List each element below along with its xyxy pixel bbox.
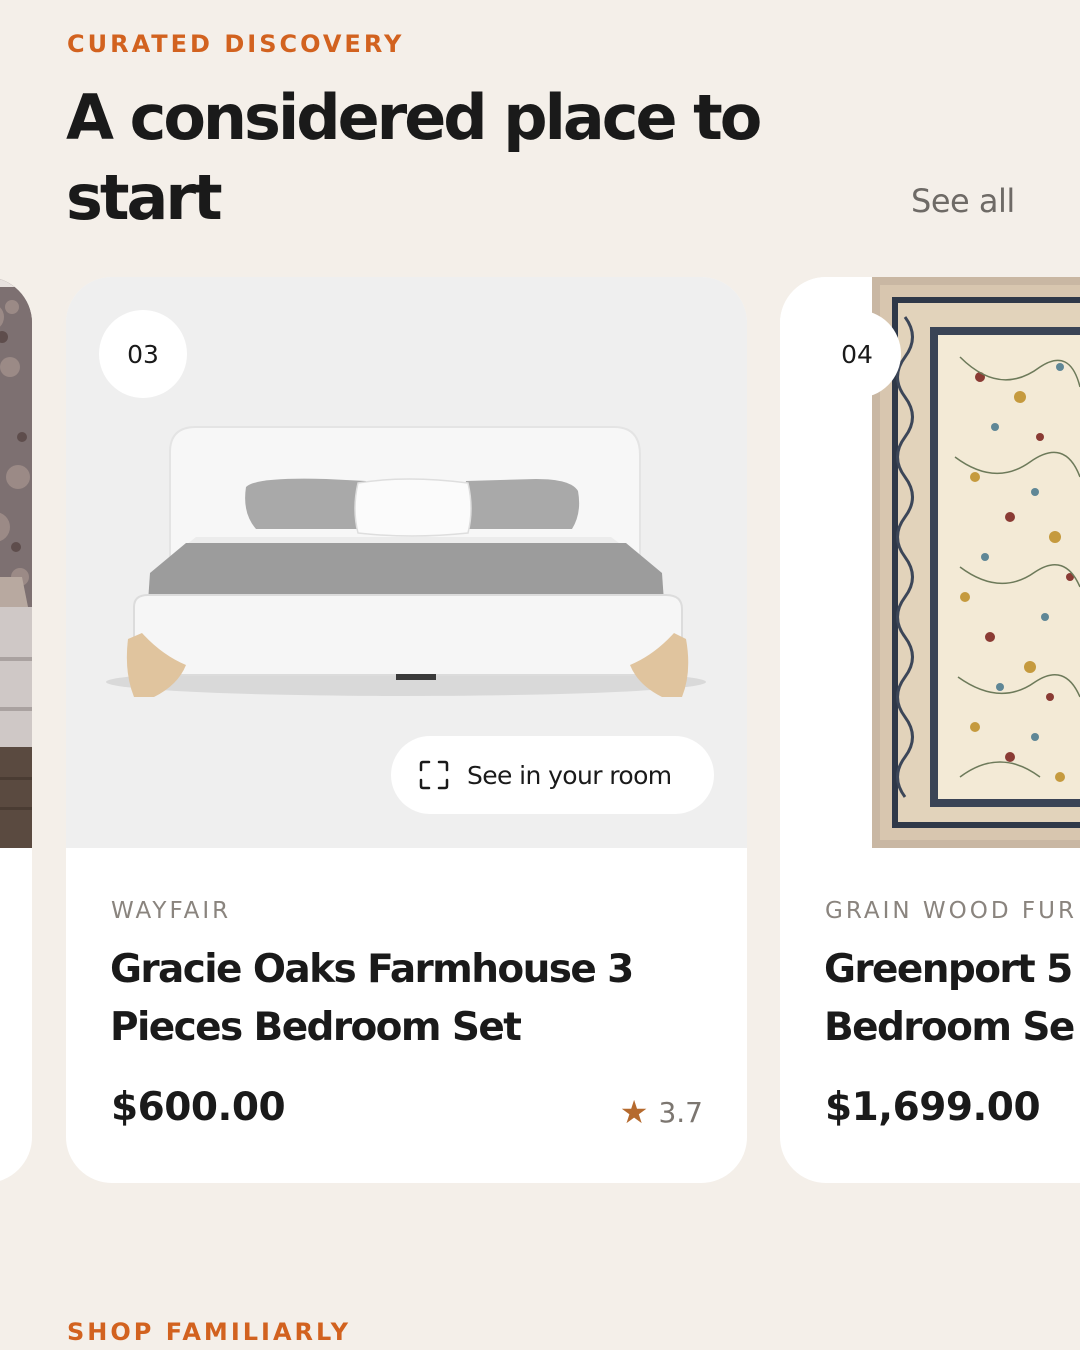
- product-price: $600.00: [111, 1085, 286, 1130]
- next-section-eyebrow: SHOP FAMILIARLY: [67, 1318, 351, 1346]
- product-card-previous[interactable]: [0, 277, 32, 1183]
- product-brand-next: GRAIN WOOD FUR: [825, 898, 1077, 924]
- product-name-next-line-2: Bedroom Se: [824, 1005, 1075, 1050]
- product-name-next-line-1: Greenport 5: [824, 947, 1073, 992]
- page: CURATED DISCOVERY A considered place to …: [0, 0, 1080, 1350]
- product-name-next: Greenport 5 Bedroom Se: [824, 941, 1075, 1057]
- product-image-previous: [0, 277, 32, 848]
- room-scene-illustration: [0, 277, 32, 848]
- section-eyebrow: CURATED DISCOVERY: [67, 30, 405, 58]
- see-in-your-room-button[interactable]: See in your room: [391, 736, 714, 814]
- section-title: A considered place to start: [66, 78, 786, 238]
- product-card-next[interactable]: 04 GRAIN WOOD FUR Greenport 5 Bedroom Se…: [780, 277, 1080, 1183]
- rating-value: 3.7: [658, 1095, 703, 1129]
- card-index-badge: 03: [99, 310, 187, 398]
- card-index-badge-next: 04: [813, 310, 901, 398]
- product-name-line-2: Pieces Bedroom Set: [110, 1005, 522, 1050]
- see-all-link[interactable]: See all: [911, 182, 1015, 220]
- product-card[interactable]: 03 See in your room WAYFAIR Gracie Oaks …: [66, 277, 747, 1183]
- section-title-line-2: start: [66, 161, 223, 234]
- product-brand: WAYFAIR: [111, 898, 232, 924]
- product-price-next: $1,699.00: [825, 1085, 1041, 1130]
- star-icon: ★: [619, 1093, 649, 1131]
- product-name-line-1: Gracie Oaks Farmhouse 3: [110, 947, 634, 992]
- see-in-your-room-label: See in your room: [467, 760, 672, 790]
- section-title-line-1: A considered place to: [66, 81, 762, 154]
- product-name: Gracie Oaks Farmhouse 3 Pieces Bedroom S…: [110, 941, 710, 1057]
- scan-frame-icon: [419, 760, 449, 790]
- product-rating: ★ 3.7: [620, 1093, 703, 1131]
